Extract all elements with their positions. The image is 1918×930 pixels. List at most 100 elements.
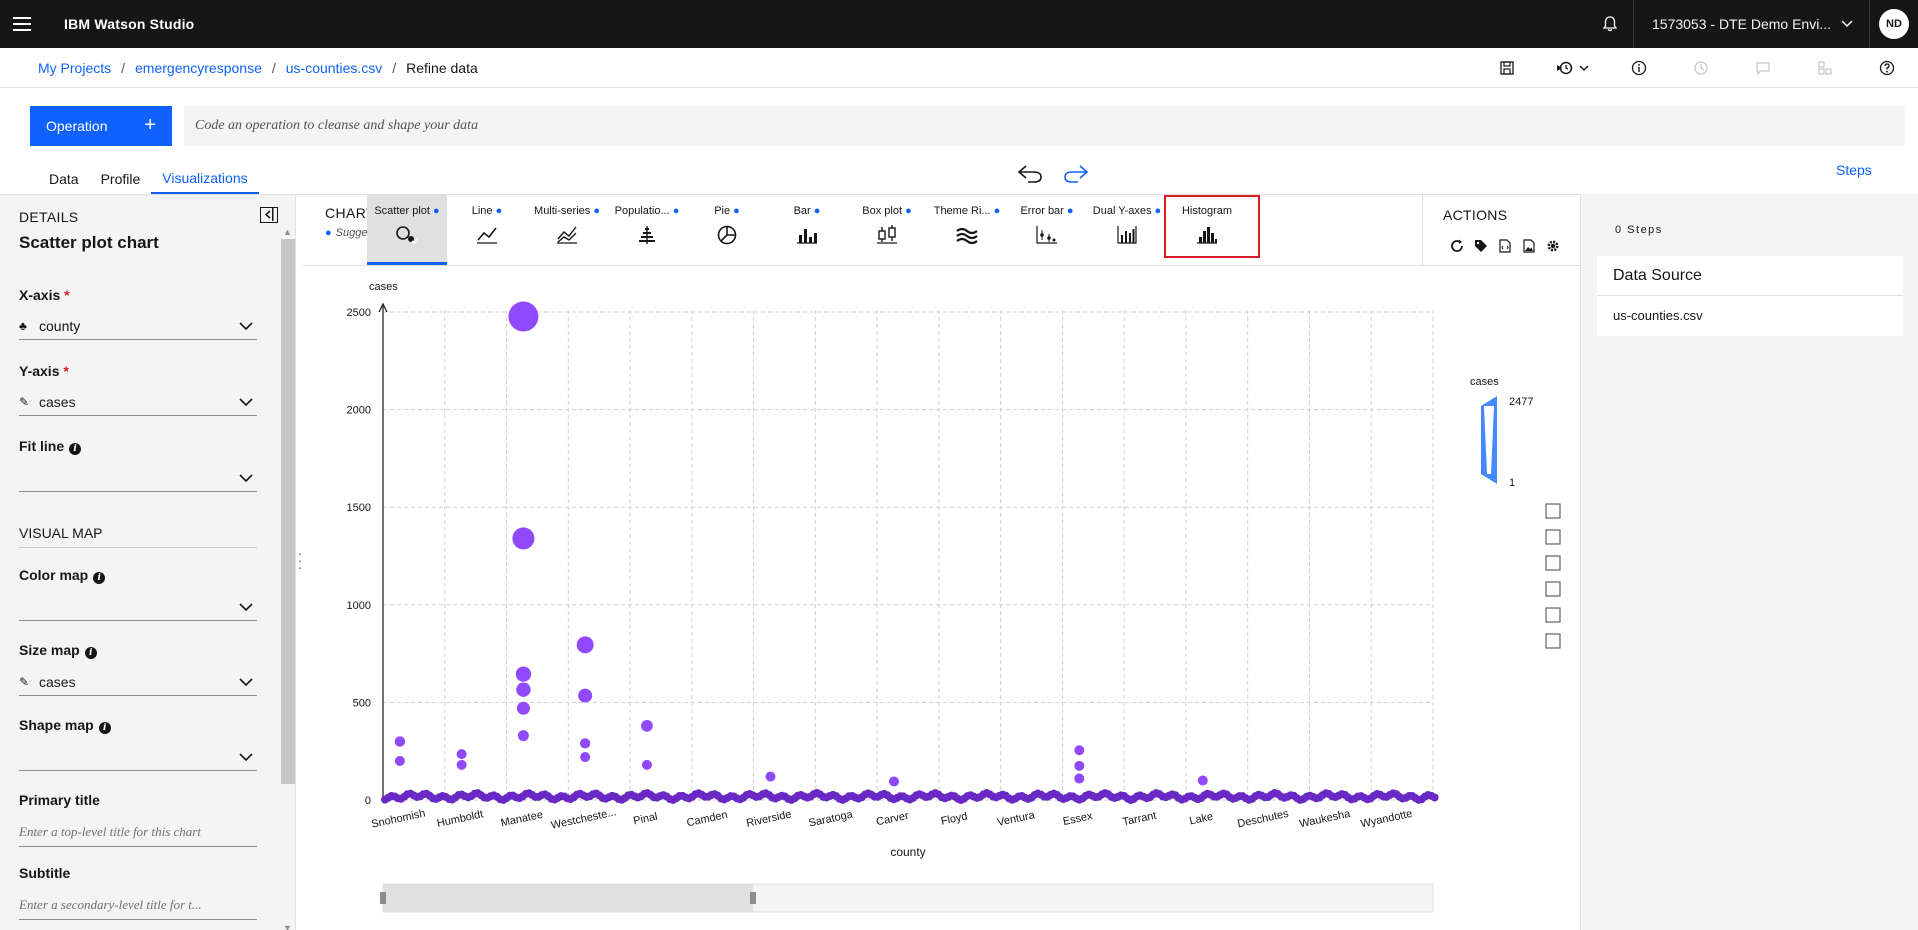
breadcrumb-project[interactable]: emergencyresponse <box>135 60 262 76</box>
data-point[interactable] <box>456 749 467 760</box>
operation-code-input[interactable]: Code an operation to cleanse and shape y… <box>184 106 1905 146</box>
data-source-card[interactable]: Data Source us-counties.csv <box>1597 256 1903 336</box>
data-point[interactable] <box>1430 793 1439 802</box>
chart-type-line[interactable]: Line ● <box>447 195 527 265</box>
operation-bar: Operation + Code an operation to cleanse… <box>30 106 1905 146</box>
data-point[interactable] <box>394 736 406 747</box>
data-point[interactable] <box>516 701 530 715</box>
tag-icon[interactable] <box>1469 238 1493 254</box>
hamburger-menu-icon[interactable] <box>0 0 44 48</box>
tab-data[interactable]: Data <box>38 164 90 194</box>
chart-type-error-bar[interactable]: Error bar ● <box>1007 195 1087 265</box>
categorical-type-icon: ♣ <box>19 318 27 333</box>
info-icon[interactable]: i <box>84 647 97 659</box>
notification-bell-icon[interactable] <box>1586 0 1634 48</box>
zoom-slider-handle-left[interactable] <box>380 892 386 904</box>
export-code-icon[interactable] <box>1493 238 1517 254</box>
data-point[interactable] <box>1074 773 1085 784</box>
data-point[interactable] <box>456 759 467 770</box>
data-point[interactable] <box>508 301 539 332</box>
fit-line-select[interactable] <box>19 464 257 492</box>
data-point[interactable] <box>512 527 535 550</box>
restore-icon[interactable] <box>1545 555 1561 571</box>
data-point[interactable] <box>576 636 594 654</box>
data-point[interactable] <box>1197 775 1208 786</box>
color-map-select[interactable] <box>19 593 257 621</box>
chart-type-scatter-plot[interactable]: Scatter plot ● <box>367 195 447 265</box>
zoom-reset-icon[interactable] <box>1545 529 1561 545</box>
redo-icon[interactable] <box>1062 162 1090 186</box>
account-switcher[interactable]: 1573053 - DTE Demo Envi... <box>1634 0 1870 48</box>
zoom-slider-handle-right[interactable] <box>750 892 756 904</box>
data-point[interactable] <box>641 719 653 732</box>
undo-icon[interactable] <box>1016 162 1044 186</box>
info-icon[interactable]: i <box>98 722 111 734</box>
chevron-down-icon <box>239 321 253 330</box>
app-name[interactable]: IBM Watson Studio <box>64 16 194 32</box>
numeric-type-icon: ✎ <box>19 394 30 409</box>
tab-profile[interactable]: Profile <box>90 164 152 194</box>
scroll-down-icon[interactable]: ▼ <box>283 923 292 930</box>
info-icon[interactable]: i <box>69 443 82 455</box>
chart-type-dual-y-axes[interactable]: Dual Y-axes ● <box>1087 195 1167 265</box>
bar-chart-icon <box>797 229 817 244</box>
y-axis-select[interactable]: ✎ cases <box>19 388 257 416</box>
data-point[interactable] <box>578 688 593 703</box>
size-map-select[interactable]: ✎ cases <box>19 668 257 696</box>
data-point[interactable] <box>580 752 591 763</box>
tab-visualizations[interactable]: Visualizations <box>151 164 259 194</box>
chart-type-theme-ri[interactable]: Theme Ri... ● <box>927 195 1007 265</box>
scatter-chart[interactable]: 0 500 1000 1500 2000 2500 cases Snohomish Humbol… <box>303 266 1580 930</box>
data-point[interactable] <box>515 666 532 682</box>
save-icon[interactable] <box>1476 48 1538 88</box>
chart-type-populatio[interactable]: Populatio... ● <box>607 195 687 265</box>
brush-clear-icon[interactable] <box>1545 633 1561 649</box>
subtitle-input[interactable]: Enter a secondary-level title for t... <box>19 890 257 920</box>
chart-type-box-plot[interactable]: Box plot ● <box>847 195 927 265</box>
shape-map-select[interactable] <box>19 743 257 771</box>
refresh-icon[interactable] <box>1445 238 1469 254</box>
breadcrumb-my-projects[interactable]: My Projects <box>38 60 111 76</box>
operation-button[interactable]: Operation + <box>30 106 172 146</box>
zoom-select-icon[interactable] <box>1545 503 1561 519</box>
steps-count: 0 Steps <box>1615 224 1663 236</box>
chart-type-multi-series[interactable]: Multi-series ● <box>527 195 607 265</box>
chart-type-bar[interactable]: Bar ● <box>767 195 847 265</box>
x-tick-label: Wyandotte <box>1360 808 1414 831</box>
primary-title-label: Primary title <box>19 792 100 808</box>
export-image-icon[interactable] <box>1517 238 1541 254</box>
info-icon[interactable] <box>1608 48 1670 88</box>
chart-type-label: Multi-series ● <box>527 205 607 217</box>
primary-title-input[interactable]: Enter a top-level title for this chart <box>19 817 257 847</box>
steps-link[interactable]: Steps <box>1836 162 1872 178</box>
x-axis-label: X-axis <box>19 287 61 303</box>
chart-type-label: Populatio... ● <box>607 205 687 217</box>
data-point[interactable] <box>641 759 652 770</box>
scrollbar-thumb[interactable] <box>281 239 295 784</box>
data-zoom-icon[interactable] <box>1545 607 1561 623</box>
data-point[interactable] <box>765 771 776 782</box>
chart-type-pie[interactable]: Pie ● <box>687 195 767 265</box>
breadcrumb-asset[interactable]: us-counties.csv <box>286 60 382 76</box>
settings-gear-icon[interactable] <box>1541 238 1565 254</box>
breadcrumb-current: Refine data <box>406 59 478 76</box>
data-point[interactable] <box>889 776 899 787</box>
scroll-up-icon[interactable]: ▲ <box>283 227 292 237</box>
data-point[interactable] <box>1074 745 1085 756</box>
help-icon[interactable] <box>1856 48 1918 88</box>
collapse-panel-icon[interactable] <box>260 207 278 223</box>
data-point[interactable] <box>516 682 531 697</box>
data-point[interactable] <box>1074 760 1085 771</box>
details-scrollbar[interactable]: ▲ ▼ <box>278 225 295 930</box>
info-icon[interactable]: i <box>93 572 106 584</box>
run-history-icon[interactable] <box>1538 48 1608 88</box>
user-avatar-button[interactable]: ND <box>1870 0 1918 48</box>
data-point[interactable] <box>517 730 529 742</box>
zoom-slider-window[interactable] <box>383 884 753 912</box>
download-icon[interactable] <box>1545 581 1561 597</box>
data-point[interactable] <box>394 755 405 766</box>
x-axis-select[interactable]: ♣ county <box>19 312 257 340</box>
fit-line-label: Fit line <box>19 438 65 454</box>
data-point[interactable] <box>580 738 591 749</box>
chart-details-panel: DETAILS Scatter plot chart X-axis * ♣ co… <box>0 195 296 930</box>
